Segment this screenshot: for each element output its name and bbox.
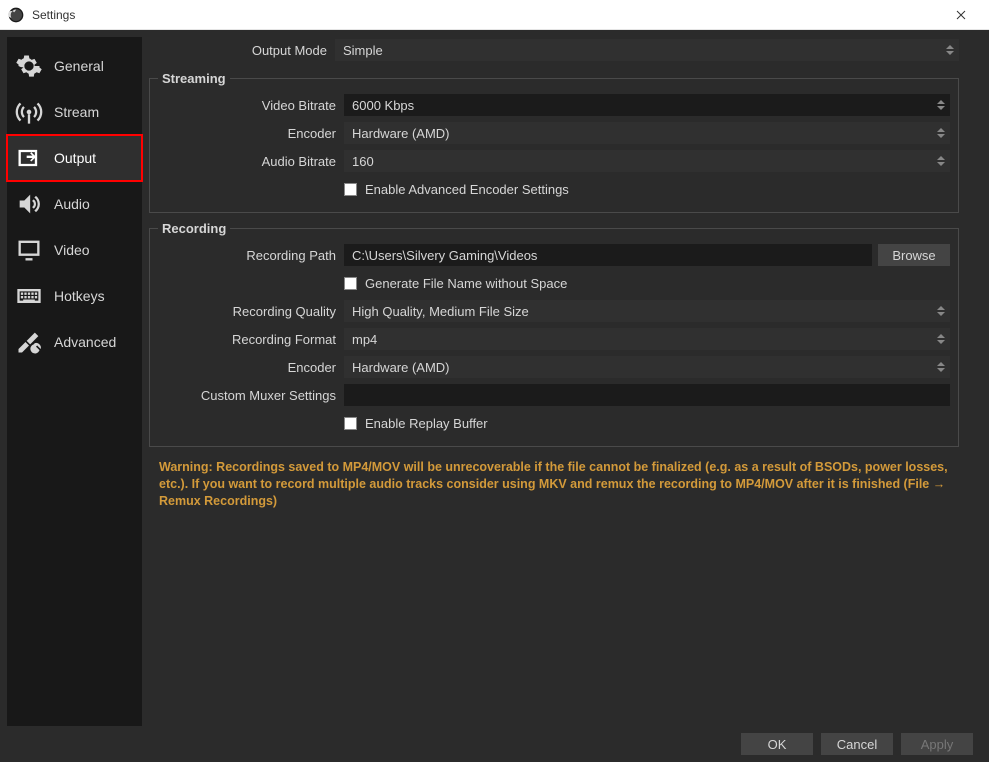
recording-quality-label: Recording Quality	[158, 304, 336, 319]
spinner-arrows-icon	[934, 329, 948, 349]
audio-bitrate-select[interactable]: 160	[344, 150, 950, 172]
spinner-arrows-icon	[934, 301, 948, 321]
output-mode-label: Output Mode	[149, 43, 327, 58]
recording-path-input[interactable]: C:\Users\Silvery Gaming\Videos	[344, 244, 872, 266]
spinner-arrows-icon	[934, 123, 948, 143]
checkbox-icon	[344, 183, 357, 196]
browse-button[interactable]: Browse	[878, 244, 950, 266]
apply-button[interactable]: Apply	[901, 733, 973, 755]
recording-quality-select[interactable]: High Quality, Medium File Size	[344, 300, 950, 322]
sidebar-item-output[interactable]: Output	[7, 135, 142, 181]
window-title: Settings	[32, 8, 941, 22]
close-button[interactable]	[941, 0, 981, 30]
recording-legend: Recording	[158, 221, 230, 236]
settings-sidebar: General Stream Output Audio Video	[7, 37, 142, 726]
checkbox-icon	[344, 277, 357, 290]
titlebar: Settings	[0, 0, 989, 30]
checkbox-icon	[344, 417, 357, 430]
recording-path-label: Recording Path	[158, 248, 336, 263]
tools-icon	[14, 327, 44, 357]
sidebar-item-stream[interactable]: Stream	[7, 89, 142, 135]
broadcast-icon	[14, 97, 44, 127]
ok-button[interactable]: OK	[741, 733, 813, 755]
sidebar-item-advanced[interactable]: Advanced	[7, 319, 142, 365]
settings-window: Settings General Stream Output	[0, 0, 989, 762]
output-icon	[14, 143, 44, 173]
streaming-encoder-label: Encoder	[158, 126, 336, 141]
keyboard-icon	[14, 281, 44, 311]
streaming-legend: Streaming	[158, 71, 230, 86]
output-mode-row: Output Mode Simple	[149, 37, 959, 63]
video-bitrate-input[interactable]: 6000 Kbps	[344, 94, 950, 116]
recording-group: Recording Recording Path C:\Users\Silver…	[149, 221, 959, 447]
spinner-arrows-icon	[934, 95, 948, 115]
video-bitrate-label: Video Bitrate	[158, 98, 336, 113]
recording-format-select[interactable]: mp4	[344, 328, 950, 350]
spinner-arrows-icon	[943, 40, 957, 60]
enable-replay-buffer-checkbox[interactable]: Enable Replay Buffer	[344, 416, 950, 431]
streaming-encoder-select[interactable]: Hardware (AMD)	[344, 122, 950, 144]
enable-advanced-encoder-checkbox[interactable]: Enable Advanced Encoder Settings	[344, 182, 950, 197]
sidebar-item-label: Stream	[54, 104, 99, 120]
output-mode-select[interactable]: Simple	[335, 39, 959, 61]
speaker-icon	[14, 189, 44, 219]
spinner-arrows-icon	[934, 357, 948, 377]
custom-muxer-label: Custom Muxer Settings	[158, 388, 336, 403]
obs-logo-icon	[8, 7, 24, 23]
mp4-warning-text: Warning: Recordings saved to MP4/MOV wil…	[149, 455, 959, 510]
monitor-icon	[14, 235, 44, 265]
client-area: General Stream Output Audio Video	[0, 30, 989, 762]
audio-bitrate-label: Audio Bitrate	[158, 154, 336, 169]
generate-filename-no-space-checkbox[interactable]: Generate File Name without Space	[344, 276, 950, 291]
sidebar-item-label: General	[54, 58, 104, 74]
output-mode-value: Simple	[343, 43, 383, 58]
custom-muxer-input[interactable]	[344, 384, 950, 406]
recording-format-label: Recording Format	[158, 332, 336, 347]
sidebar-item-audio[interactable]: Audio	[7, 181, 142, 227]
sidebar-item-label: Video	[54, 242, 90, 258]
recording-encoder-label: Encoder	[158, 360, 336, 375]
sidebar-item-hotkeys[interactable]: Hotkeys	[7, 273, 142, 319]
cancel-button[interactable]: Cancel	[821, 733, 893, 755]
gear-icon	[14, 51, 44, 81]
dialog-footer: OK Cancel Apply	[0, 726, 989, 762]
streaming-group: Streaming Video Bitrate 6000 Kbps Encode…	[149, 71, 959, 213]
settings-content: Output Mode Simple Streaming Video Bitra…	[149, 37, 959, 726]
spinner-arrows-icon	[934, 151, 948, 171]
vertical-scrollbar[interactable]	[965, 37, 981, 726]
sidebar-item-label: Output	[54, 150, 96, 166]
recording-encoder-select[interactable]: Hardware (AMD)	[344, 356, 950, 378]
sidebar-item-label: Advanced	[54, 334, 116, 350]
sidebar-item-general[interactable]: General	[7, 43, 142, 89]
sidebar-item-label: Hotkeys	[54, 288, 105, 304]
sidebar-item-video[interactable]: Video	[7, 227, 142, 273]
sidebar-item-label: Audio	[54, 196, 90, 212]
